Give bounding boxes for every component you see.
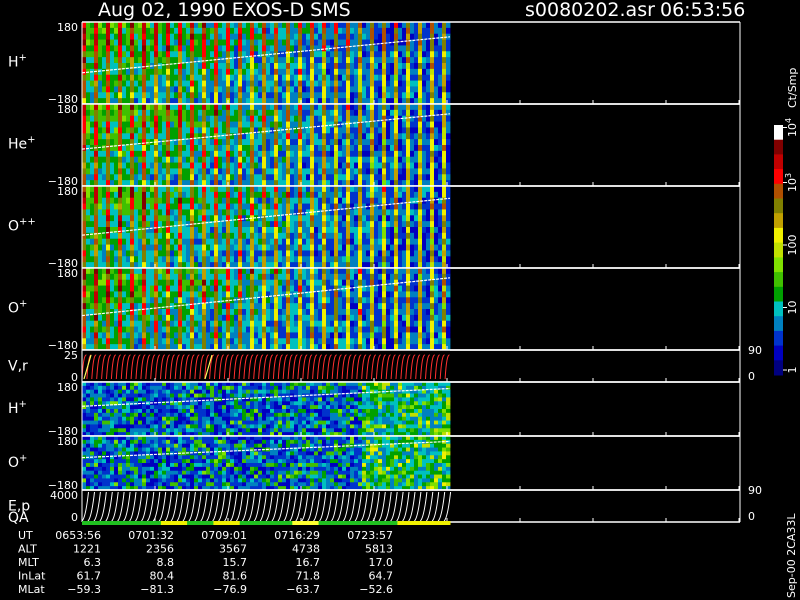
footer-value: 0709:01 [201, 529, 247, 542]
footer-label-mlat: MLat [18, 583, 45, 596]
colorbar-segment [774, 227, 783, 244]
footer-value: 6.3 [84, 556, 102, 569]
footer-label-inlat: InLat [18, 570, 46, 583]
footer-value: 2356 [146, 543, 174, 556]
footer-value: 8.8 [157, 556, 175, 569]
colorbar-segment [774, 301, 783, 317]
colorbar-segment [774, 345, 783, 361]
footer-value: 5813 [365, 543, 393, 556]
colorbar-segment [774, 242, 783, 258]
figure-title: Aug 02, 1990 EXOS-D SMS [98, 0, 351, 21]
footer-value: 17.0 [369, 556, 394, 569]
colorbar-segment [774, 154, 783, 170]
colorbar-label: Ct/Smp [786, 68, 799, 108]
footer-value: 81.6 [223, 570, 248, 583]
colorbar-segment [774, 286, 783, 302]
colorbar-tick-label: 100 [786, 235, 799, 256]
colorbar-segment [774, 139, 783, 155]
panel-ep-ytick-top: 4000 [50, 489, 78, 502]
footer-value: −81.3 [140, 583, 174, 596]
footer-value: 3567 [219, 543, 247, 556]
footer-value: −52.6 [359, 583, 393, 596]
colorbar-tick-label: 1 [786, 367, 799, 374]
qa-label: QA [8, 510, 29, 526]
panel-ep-rtick-bottom: 0 [748, 510, 755, 523]
footer-value: 80.4 [150, 570, 175, 583]
colorbar-segment [774, 213, 783, 229]
panel-o1-ytick-top: 180 [57, 267, 78, 280]
colorbar-segment [774, 360, 783, 376]
footer-value: 4738 [292, 543, 320, 556]
panel-h2-ytick-top: 180 [57, 381, 78, 394]
colorbar-segment [774, 183, 783, 199]
colorbar-segment [774, 272, 783, 288]
footer-value: 0716:29 [274, 529, 320, 542]
panel-vr-rtick-bottom: 0 [748, 370, 755, 383]
footer-value: 0723:57 [347, 529, 393, 542]
panel-ep-rtick-top: 90 [748, 484, 762, 497]
colorbar-segment [774, 169, 783, 185]
footer-value: 15.7 [223, 556, 248, 569]
colorbar-segment [774, 257, 783, 273]
side-label: Sep-00 2CA33L [785, 513, 798, 598]
panel-o3-ytick-top: 180 [57, 435, 78, 448]
footer-value: 0701:32 [128, 529, 174, 542]
panel-vr-label: V,r [8, 358, 28, 374]
panel-ep-ytick-bottom: 0 [71, 511, 78, 524]
colorbar-segment [774, 125, 783, 141]
panel-o2-ytick-top: 180 [57, 185, 78, 198]
colorbar-segment [774, 198, 783, 214]
footer-value: 0653:56 [55, 529, 101, 542]
footer-label-ut: UT [18, 529, 33, 542]
colorbar-segment [774, 330, 783, 347]
exos-d-sms-figure: Aug 02, 1990 EXOS-D SMS s0080202.asr 06:… [0, 0, 800, 600]
panel-vr-rtick-top: 90 [748, 344, 762, 357]
colorbar-segment [774, 316, 783, 332]
panel-h1-ytick-top: 180 [57, 21, 78, 34]
footer-value: 61.7 [77, 570, 102, 583]
footer-value: 64.7 [369, 570, 394, 583]
footer-value: −76.9 [213, 583, 247, 596]
footer-value: −63.7 [286, 583, 320, 596]
footer-value: 16.7 [296, 556, 321, 569]
colorbar-tick-label: 10 [786, 301, 799, 315]
footer-label-mlt: MLT [18, 556, 39, 569]
file-name: s0080202.asr [525, 0, 655, 21]
panel-he-ytick-top: 180 [57, 103, 78, 116]
time-label: 06:53:56 [660, 0, 745, 21]
footer-value: 71.8 [296, 570, 321, 583]
panel-vr-ytick-top: 25 [64, 349, 78, 362]
footer-value: −59.3 [67, 583, 101, 596]
footer-label-alt: ALT [18, 543, 37, 556]
footer-value: 1221 [73, 543, 101, 556]
